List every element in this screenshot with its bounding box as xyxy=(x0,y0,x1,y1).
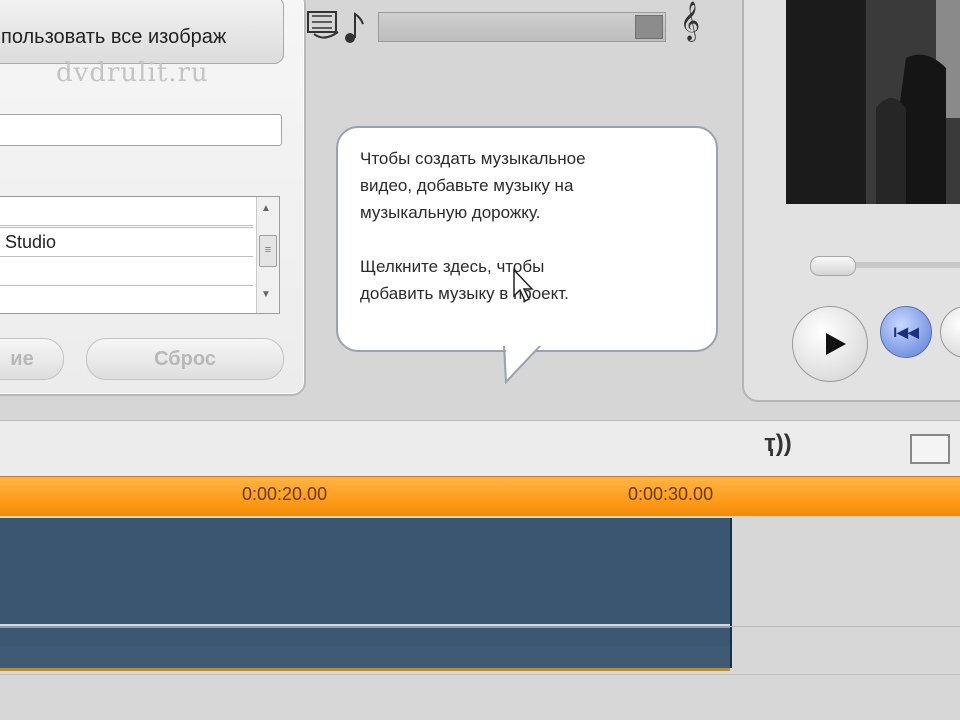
list-item[interactable] xyxy=(0,257,253,286)
timeline-toolbar xyxy=(0,420,960,477)
apply-button[interactable]: ие xyxy=(0,338,64,380)
clip-end-marker xyxy=(730,518,732,668)
timeline-view-toggle-icon[interactable] xyxy=(910,434,950,464)
ruler-tick-label: 0:00:30.00 xyxy=(628,484,714,504)
callout-text-line: видео, добавьте музыку на xyxy=(360,176,574,195)
timeline-ruler[interactable] xyxy=(0,476,960,517)
rewind-button[interactable]: I◀◀ xyxy=(880,306,932,358)
mouse-cursor-icon xyxy=(513,268,534,303)
ruler-tick-label: 0:00:20.00 xyxy=(242,484,328,504)
music-track-icon[interactable] xyxy=(306,6,366,46)
scroll-down-arrow-icon[interactable]: ▼ xyxy=(261,289,271,300)
callout-text-line: музыкальную дорожку. xyxy=(360,203,541,222)
callout-text-line: Чтобы создать музыкальное xyxy=(360,149,586,168)
use-all-images-button[interactable]: пользовать все изображ xyxy=(0,0,284,64)
volume-slider-thumb[interactable] xyxy=(635,15,663,39)
scroll-up-arrow-icon[interactable]: ▲ xyxy=(261,203,271,214)
track-divider xyxy=(730,626,960,627)
scroll-thumb[interactable]: ≡ xyxy=(259,235,277,267)
seek-slider-thumb[interactable] xyxy=(810,256,856,276)
audio-clip[interactable] xyxy=(0,626,730,646)
watermark-text: dvdrulit.ru xyxy=(56,58,209,88)
callout-tail xyxy=(480,346,541,385)
title-input[interactable] xyxy=(0,114,282,146)
list-item[interactable]: Studio xyxy=(0,227,253,257)
list-scrollbar[interactable]: ▲ ≡ ▼ xyxy=(256,197,279,313)
music-volume-slider[interactable] xyxy=(378,12,666,42)
treble-clef-icon: 𝄞 xyxy=(680,2,701,40)
list-item[interactable] xyxy=(0,197,253,226)
reset-button[interactable]: Сброс xyxy=(86,338,284,380)
track-divider xyxy=(0,674,960,675)
preview-video xyxy=(786,0,960,204)
music-track-strip[interactable] xyxy=(0,646,730,671)
video-clip[interactable] xyxy=(0,518,730,624)
style-list[interactable]: Studio ▲ ≡ ▼ xyxy=(0,196,280,314)
play-icon xyxy=(826,333,846,355)
narration-microphone-icon[interactable]: ҭ)) xyxy=(764,430,792,458)
